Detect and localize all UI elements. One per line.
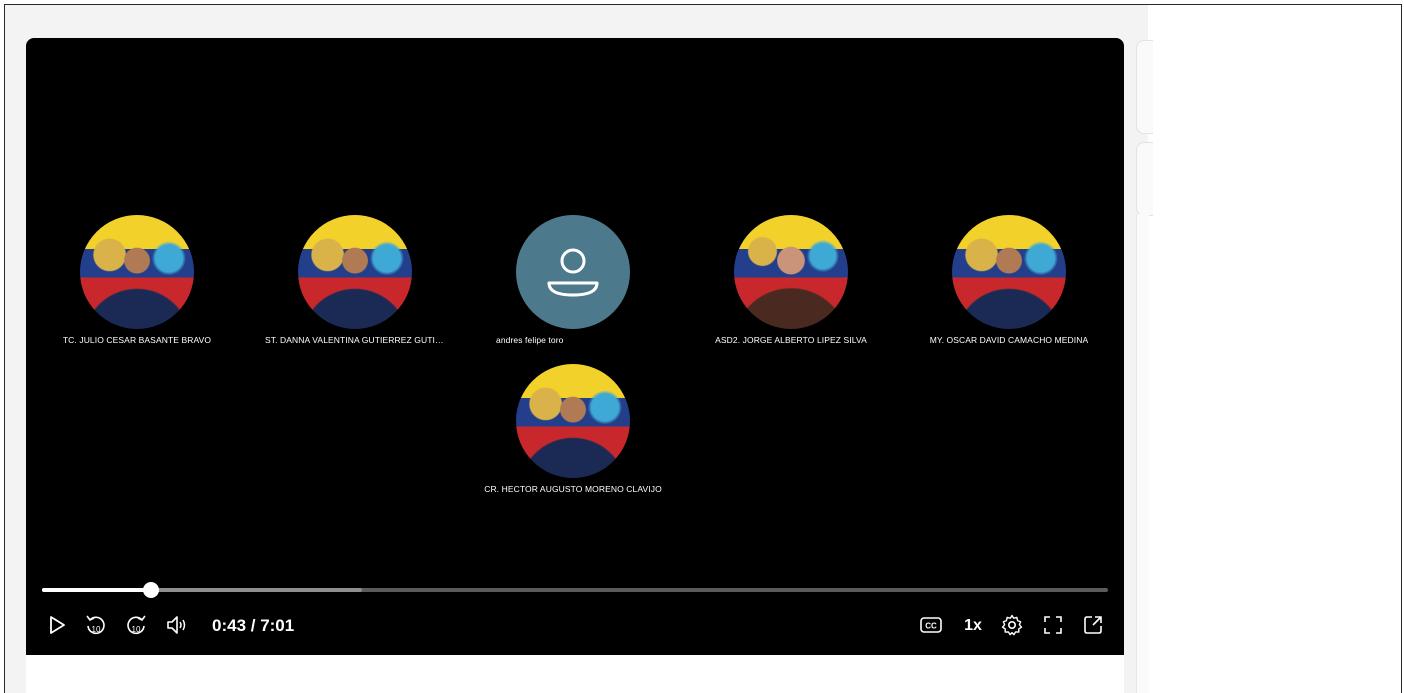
participant-avatar [80,215,194,329]
settings-button[interactable] [999,612,1025,638]
content-below-player [26,655,1124,693]
time-display: 0:43 / 7:01 [212,616,295,635]
side-card[interactable] [1136,142,1153,216]
seek-bar[interactable] [42,582,1108,598]
play-button[interactable] [44,612,70,638]
player-controls: 10 10 0:43 / 7:01 CC 1x [26,608,1124,644]
svg-text:10: 10 [132,625,141,634]
right-panel [1148,5,1401,693]
fullscreen-icon [1044,616,1062,634]
svg-text:10: 10 [92,625,101,634]
rewind-button[interactable]: 10 [83,612,109,638]
side-panel-strip [1136,214,1149,693]
forward-10-icon: 10 [127,615,146,635]
participant-avatar [516,364,630,478]
play-icon [50,616,65,634]
participant-name: ST. DANNA VALENTINA GUTIERREZ GUTIERR... [265,335,445,345]
participant-tile: CR. HECTOR AUGUSTO MORENO CLAVIJO [483,364,663,494]
volume-icon [167,616,186,634]
participant-name: CR. HECTOR AUGUSTO MORENO CLAVIJO [484,484,662,494]
side-card[interactable] [1136,40,1153,134]
participant-tile: TC. JULIO CESAR BASANTE BRAVO [47,215,227,345]
rewind-10-icon: 10 [86,615,105,635]
participant-name: TC. JULIO CESAR BASANTE BRAVO [62,335,212,345]
seek-played [42,588,151,592]
forward-button[interactable]: 10 [123,612,149,638]
gear-icon [1001,614,1023,636]
svg-text:CC: CC [925,622,937,631]
participant-name: MY. OSCAR DAVID CAMACHO MEDINA [929,335,1089,345]
participant-tile: ASD2. JORGE ALBERTO LIPEZ SILVA [701,215,881,345]
popout-icon [1084,616,1102,634]
participant-tile: andres felipe toro [483,215,663,345]
popout-button[interactable] [1080,612,1106,638]
volume-button[interactable] [164,612,190,638]
participant-tile: ST. DANNA VALENTINA GUTIERREZ GUTIERR... [265,215,445,345]
participant-avatar [516,215,630,329]
playback-speed-button[interactable]: 1x [958,617,988,635]
participant-avatar [298,215,412,329]
participant-tile: MY. OSCAR DAVID CAMACHO MEDINA [919,215,1099,345]
person-icon [547,248,599,297]
seek-thumb[interactable] [142,582,159,598]
participant-avatar [952,215,1066,329]
fullscreen-button[interactable] [1040,612,1066,638]
participant-name: ASD2. JORGE ALBERTO LIPEZ SILVA [715,335,867,345]
captions-icon: CC [920,617,942,633]
participant-avatar [734,215,848,329]
participant-name: andres felipe toro [496,335,564,345]
video-player[interactable]: TC. JULIO CESAR BASANTE BRAVO ST. DANNA … [26,38,1124,655]
captions-button[interactable]: CC [918,612,944,638]
